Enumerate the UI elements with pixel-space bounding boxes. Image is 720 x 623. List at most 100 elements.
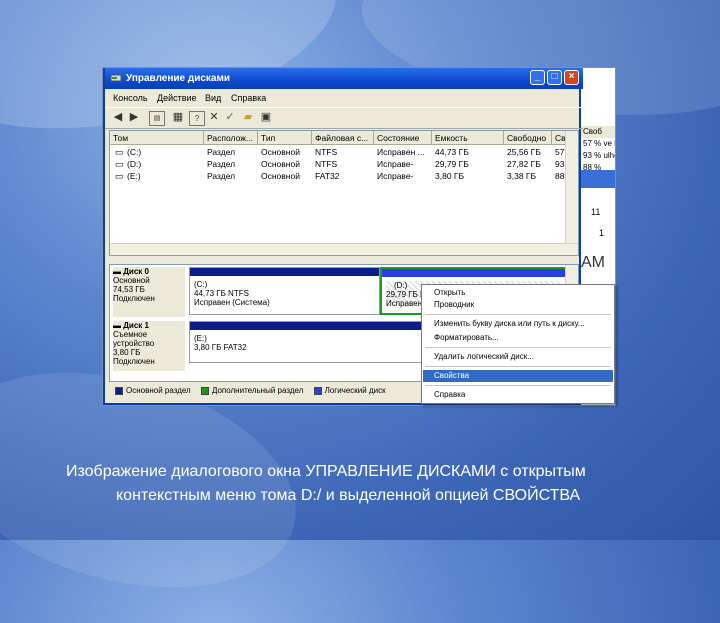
horizontal-scrollbar[interactable] <box>110 243 578 255</box>
maximize-button[interactable]: □ <box>547 70 562 85</box>
checklist-icon[interactable]: ✓ <box>223 111 237 124</box>
column-header-status[interactable]: Состояние <box>374 131 432 145</box>
cell-free: 3,38 ГБ <box>507 171 537 181</box>
cell-status: Исправе- <box>377 159 414 169</box>
folder-icon[interactable]: ▰ <box>241 111 255 124</box>
menu-bar: Консоль Действие Вид Справка <box>105 89 583 107</box>
cell-filesystem: NTFS <box>315 147 338 157</box>
legend-item: Основной раздел <box>115 386 191 395</box>
cell-layout: Раздел <box>207 147 236 157</box>
slide-caption: Изображение диалогового окна УПРАВЛЕНИЕ … <box>40 460 680 508</box>
cell-layout: Раздел <box>207 171 236 181</box>
disk-label: Диск 1 <box>123 321 149 330</box>
properties-icon[interactable]: ▦ <box>171 111 185 124</box>
menu-item-format[interactable]: Форматировать... <box>423 332 613 344</box>
back-icon[interactable]: ◀ <box>111 111 125 124</box>
bg-fragment: 11 <box>591 207 601 217</box>
menu-item-explore[interactable]: Проводник <box>423 299 613 311</box>
caption-line-2: контекстным меню тома D:/ и выделенной о… <box>116 487 581 504</box>
title-bar[interactable]: Управление дисками _ □ × <box>105 68 583 89</box>
menu-action[interactable]: Действие <box>157 89 197 107</box>
help-icon[interactable]: ? <box>189 111 205 126</box>
caption-line-1: Изображение диалогового окна УПРАВЛЕНИЕ … <box>66 463 586 480</box>
delete-icon[interactable]: ✕ <box>207 111 221 124</box>
column-header-free[interactable]: Свободно <box>504 131 552 145</box>
column-header-capacity[interactable]: Емкость <box>432 131 504 145</box>
legend-item: Логический диск <box>313 386 386 395</box>
removable-volume-icon: ▭ <box>115 171 124 181</box>
cell-volume: (C:) <box>127 147 142 157</box>
cell-type: Основной <box>261 159 300 169</box>
partition-name: (C:) <box>194 280 208 289</box>
table-row[interactable]: ▭ (E:) Раздел Основной FAT32 Исправе- 3,… <box>110 170 568 182</box>
legend-item: Дополнительный раздел <box>200 386 304 395</box>
disk-1-info[interactable]: ▬ Диск 1 Съемное устройство 3,80 ГБ Подк… <box>113 321 185 371</box>
disk-icon: ▬ <box>113 267 124 276</box>
column-header-volume[interactable]: Том <box>110 131 204 145</box>
cell-free: 25,56 ГБ <box>507 147 541 157</box>
volume-icon: ▭ <box>115 147 124 157</box>
bg-col-header: Своб <box>581 126 615 138</box>
partition-name: (E:) <box>194 334 207 343</box>
forward-icon[interactable]: ▶ <box>127 111 141 124</box>
menu-help[interactable]: Справка <box>231 89 266 107</box>
partition-bar <box>190 268 379 276</box>
disk-management-icon <box>110 74 122 82</box>
minimize-button[interactable]: _ <box>530 70 545 85</box>
partition-status: Исправен (Система) <box>194 298 270 307</box>
cell-type: Основной <box>261 147 300 157</box>
disk-label: Диск 0 <box>123 267 149 276</box>
disk-icon: ▬ <box>113 321 124 330</box>
legend-label: Основной раздел <box>126 386 191 395</box>
legend-swatch <box>313 386 322 395</box>
menu-item-change-letter[interactable]: Изменить букву диска или путь к диску... <box>423 318 613 330</box>
volume-list: Том Располож... Тип Файловая с... Состоя… <box>109 130 579 256</box>
bg-cell: 93 % ulhet a <box>583 151 615 160</box>
volume-icon: ▭ <box>115 159 124 169</box>
cell-layout: Раздел <box>207 159 236 169</box>
menu-item-open[interactable]: Открыть <box>423 287 613 299</box>
console-tree-icon[interactable]: ▤ <box>149 111 165 126</box>
cell-volume: (E:) <box>127 171 141 181</box>
cell-volume: (D:) <box>127 159 142 169</box>
bg-blue-band <box>581 170 615 188</box>
cell-filesystem: NTFS <box>315 159 338 169</box>
cell-status: Исправен ... <box>377 147 425 157</box>
table-row[interactable]: ▭ (C:) Раздел Основной NTFS Исправен ...… <box>110 146 568 158</box>
bg-cell: 57 % ve Load <box>583 139 615 148</box>
disk-status: Подключен <box>113 357 155 366</box>
menu-item-properties[interactable]: Свойства <box>423 370 613 382</box>
disk-size: 74,53 ГБ <box>113 285 145 294</box>
disk-icon[interactable]: ▣ <box>259 111 273 124</box>
vertical-scrollbar[interactable] <box>565 131 578 255</box>
menu-item-delete-logical[interactable]: Удалить логический диск... <box>423 351 613 363</box>
column-header-layout[interactable]: Располож... <box>204 131 258 145</box>
column-header-filesystem[interactable]: Файловая с... <box>312 131 374 145</box>
legend-label: Логический диск <box>324 386 386 395</box>
cell-type: Основной <box>261 171 300 181</box>
column-header-type[interactable]: Тип <box>258 131 312 145</box>
disk-0-info[interactable]: ▬ Диск 0 Основной 74,53 ГБ Подключен <box>113 267 185 317</box>
menu-separator <box>425 314 611 315</box>
menu-console[interactable]: Консоль <box>113 89 148 107</box>
close-button[interactable]: × <box>564 70 579 85</box>
partition-bar <box>382 269 566 277</box>
legend-swatch <box>200 386 209 395</box>
bg-fragment: 1 <box>599 228 605 238</box>
menu-separator <box>425 366 611 367</box>
menu-item-help[interactable]: Справка <box>423 389 613 401</box>
table-row[interactable]: ▭ (D:) Раздел Основной NTFS Исправе- 29,… <box>110 158 568 170</box>
bg-fragment: AM <box>581 254 605 271</box>
context-menu: Открыть Проводник Изменить букву диска и… <box>421 284 615 404</box>
menu-separator <box>425 385 611 386</box>
cell-capacity: 3,80 ГБ <box>435 171 465 181</box>
cell-filesystem: FAT32 <box>315 171 340 181</box>
cell-status: Исправе- <box>377 171 414 181</box>
partition-c[interactable]: (C:) 44,73 ГБ NTFS Исправен (Система) <box>189 267 380 315</box>
partition-detail: 3,80 ГБ FAT32 <box>194 343 247 352</box>
disk-type: Съемное устройство <box>113 330 155 348</box>
cell-capacity: 44,73 ГБ <box>435 147 469 157</box>
cell-free: 27,82 ГБ <box>507 159 541 169</box>
legend-label: Дополнительный раздел <box>211 386 304 395</box>
menu-view[interactable]: Вид <box>205 89 221 107</box>
